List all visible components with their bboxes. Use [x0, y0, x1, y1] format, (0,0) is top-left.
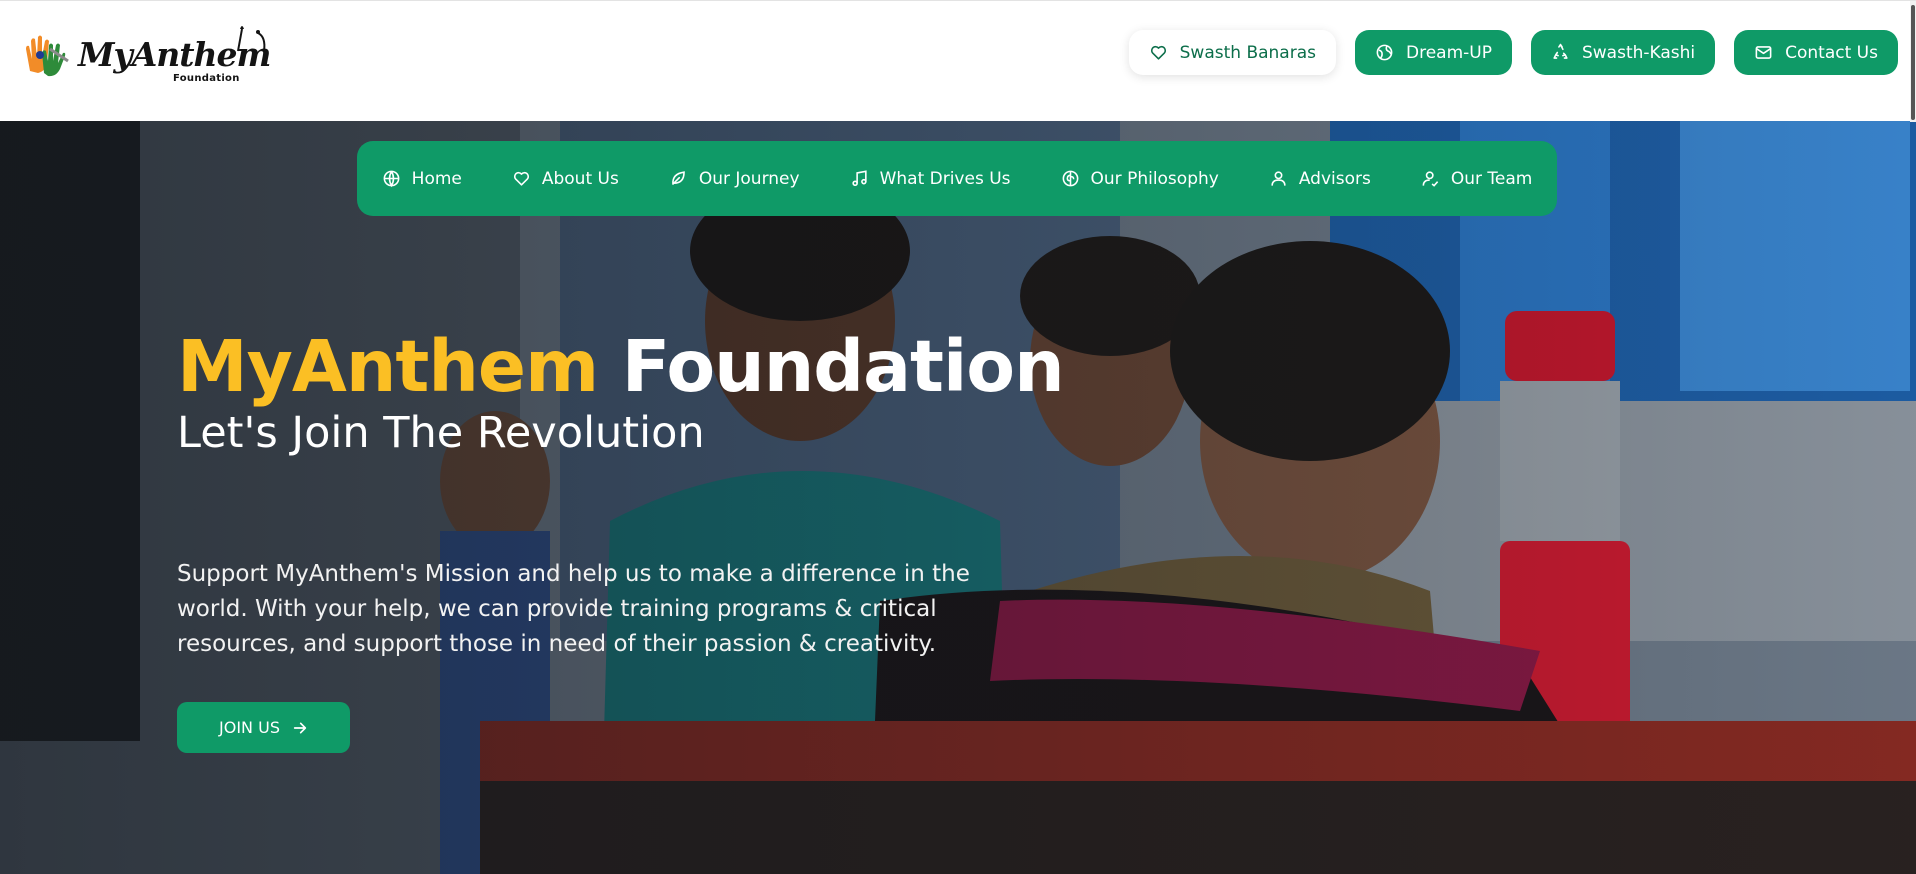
brain-icon: [1062, 170, 1078, 187]
dream-up-button[interactable]: Dream-UP: [1354, 30, 1512, 75]
music-note-icon: [851, 170, 867, 187]
site-logo[interactable]: MyAnthem Foundation: [20, 21, 271, 89]
hero-background-image: [0, 121, 1916, 874]
nav-about-us[interactable]: About Us: [512, 169, 619, 189]
nav-our-team-label: Our Team: [1450, 168, 1533, 189]
join-us-label: JOIN US: [219, 718, 280, 737]
nav-our-philosophy-label: Our Philosophy: [1090, 168, 1219, 189]
nav-about-us-label: About Us: [541, 168, 619, 189]
logo-text: MyAnthem Foundation: [78, 21, 271, 89]
globe-icon: [1376, 44, 1393, 61]
hero-description: Support MyAnthem's Mission and help us t…: [177, 561, 970, 657]
hero-title-rest: Foundation: [621, 325, 1065, 408]
user-icon: [1271, 171, 1286, 186]
arrow-right-icon: [293, 722, 307, 733]
swasth-banaras-label: Swasth Banaras: [1179, 42, 1316, 63]
heart-icon: [513, 171, 529, 186]
scrollbar-thumb[interactable]: [1911, 5, 1915, 120]
hero-title-accent: MyAnthem: [177, 325, 599, 408]
hero-title: MyAnthem Foundation: [177, 331, 1065, 402]
site-header: MyAnthem Foundation Swasth Banaras Dream…: [0, 0, 1916, 122]
nav-home-label: Home: [411, 168, 462, 189]
heart-icon: [1150, 45, 1166, 60]
leaf-icon: [671, 171, 685, 185]
nav-our-journey[interactable]: Our Journey: [669, 169, 800, 189]
nav-advisors[interactable]: Advisors: [1269, 169, 1371, 189]
nav-advisors-label: Advisors: [1298, 168, 1371, 189]
top-buttons: Swasth Banaras Dream-UP Swasth-Kashi Con…: [1128, 30, 1898, 75]
swasth-kashi-label: Swasth-Kashi: [1581, 42, 1696, 63]
main-nav: Home About Us Our Journey What Drives Us…: [357, 141, 1557, 216]
nav-what-drives-us[interactable]: What Drives Us: [850, 169, 1011, 189]
swasth-banaras-button[interactable]: Swasth Banaras: [1128, 30, 1336, 75]
nav-our-journey-label: Our Journey: [698, 168, 800, 189]
dream-up-label: Dream-UP: [1405, 42, 1492, 63]
recycle-icon: [1553, 43, 1568, 59]
mail-icon: [1755, 46, 1772, 59]
nav-our-philosophy[interactable]: Our Philosophy: [1061, 169, 1219, 189]
nav-our-team[interactable]: Our Team: [1421, 169, 1532, 189]
nav-what-drives-us-label: What Drives Us: [879, 168, 1011, 189]
torch-icon: [237, 26, 266, 52]
hero-subtitle: Let's Join The Revolution: [177, 408, 705, 458]
nav-home[interactable]: Home: [382, 169, 462, 189]
globe-icon: [383, 170, 400, 188]
user-check-icon: [1422, 171, 1439, 187]
hands-logo-icon: [26, 35, 69, 77]
page-scrollbar[interactable]: [1910, 1, 1916, 122]
contact-us-label: Contact Us: [1785, 42, 1878, 63]
logo-subtitle: Foundation: [173, 73, 240, 84]
swasth-kashi-button[interactable]: Swasth-Kashi: [1530, 30, 1716, 75]
hero-section: Home About Us Our Journey What Drives Us…: [0, 121, 1916, 874]
join-us-button[interactable]: JOIN US: [177, 702, 350, 753]
contact-us-button[interactable]: Contact Us: [1734, 30, 1898, 75]
